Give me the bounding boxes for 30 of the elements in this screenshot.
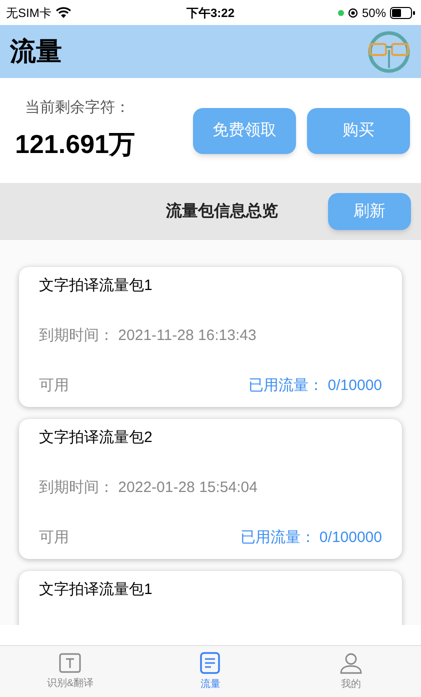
refresh-button[interactable]: 刷新: [328, 193, 411, 230]
usage-label: 已用流量： 0/100000: [240, 528, 382, 548]
carrier-label: 无SIM卡: [6, 4, 52, 22]
usage-label: 已用流量： 0/10000: [248, 376, 382, 396]
package-name: 文字拍译流量包1: [39, 580, 154, 600]
package-name: 文字拍译流量包2: [39, 428, 154, 448]
tab[interactable]: 识别&翻译: [0, 646, 140, 697]
text-box-icon: [59, 652, 82, 672]
balance-value: 121.691万: [15, 128, 135, 162]
tab[interactable]: 流量: [140, 646, 281, 697]
orientation-lock-icon: [348, 8, 358, 18]
free-claim-button[interactable]: 免费领取: [193, 108, 296, 154]
glasses-logo-icon: [367, 30, 411, 74]
person-icon: [340, 652, 362, 674]
status-label: 可用: [39, 376, 69, 396]
page-title: 流量: [10, 35, 62, 68]
balance-label: 当前剩余字符：: [24, 98, 131, 118]
expiry-time: 到期时间： 2022-01-28 15:54:04: [39, 478, 258, 498]
buy-button[interactable]: 购买: [307, 108, 410, 154]
overview-title: 流量包信息总览: [166, 201, 278, 222]
wifi-icon: [56, 7, 72, 18]
clock: 下午3:22: [186, 4, 235, 22]
battery-percent: 50%: [362, 4, 386, 22]
tab[interactable]: 我的: [280, 646, 421, 697]
battery-icon: [390, 6, 415, 18]
package-name: 文字拍译流量包1: [39, 276, 154, 296]
status-label: 可用: [39, 528, 69, 548]
dot-icon: [338, 10, 344, 16]
document-icon: [200, 652, 220, 674]
expiry-time: 到期时间： 2021-11-28 16:13:43: [39, 326, 258, 346]
